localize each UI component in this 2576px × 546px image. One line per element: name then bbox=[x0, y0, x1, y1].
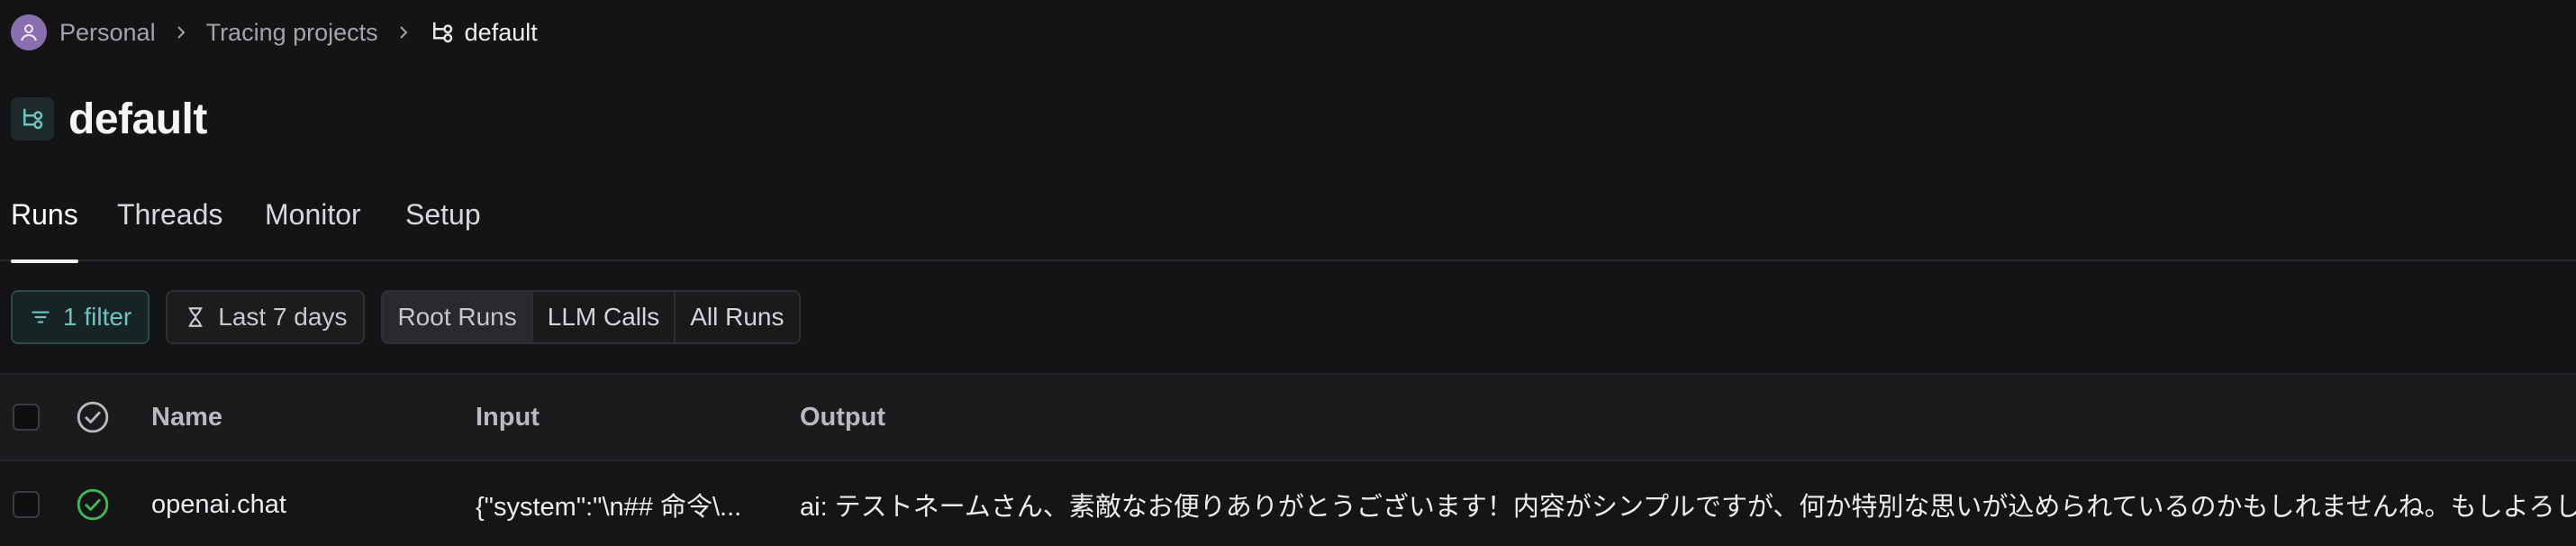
run-type-segmented-control: Root Runs LLM Calls All Runs bbox=[381, 290, 801, 344]
column-header-name[interactable]: Name bbox=[151, 375, 222, 460]
check-circle-icon bbox=[77, 488, 109, 521]
row-input: {"system":"\n## 命令\... bbox=[476, 493, 742, 522]
runs-table: Name Input Output openai.chat {"system":… bbox=[0, 373, 2576, 546]
time-range-label: Last 7 days bbox=[218, 303, 348, 331]
row-name[interactable]: openai.chat bbox=[151, 463, 286, 546]
person-icon bbox=[21, 24, 37, 41]
tab-setup[interactable]: Setup bbox=[405, 198, 481, 261]
segment-root-runs[interactable]: Root Runs bbox=[383, 292, 533, 342]
filter-button[interactable]: 1 filter bbox=[11, 290, 150, 344]
time-range-button[interactable]: Last 7 days bbox=[166, 290, 366, 344]
select-all-checkbox[interactable] bbox=[13, 404, 40, 431]
chevron-right-icon bbox=[174, 25, 188, 40]
filter-icon bbox=[29, 305, 52, 329]
breadcrumb-personal[interactable]: Personal bbox=[59, 19, 156, 47]
row-select-cell bbox=[13, 463, 40, 546]
status-header bbox=[76, 375, 110, 460]
chevron-right-icon bbox=[396, 25, 411, 40]
tab-runs[interactable]: Runs bbox=[11, 198, 78, 263]
tab-threads[interactable]: Threads bbox=[117, 198, 222, 261]
table-row[interactable]: openai.chat {"system":"\n## 命令\... ai: テ… bbox=[0, 463, 2576, 546]
hourglass-icon bbox=[184, 305, 207, 329]
breadcrumb-current: default bbox=[464, 18, 538, 46]
tab-monitor[interactable]: Monitor bbox=[265, 198, 361, 261]
row-status bbox=[76, 463, 110, 546]
row-output: ai: テストネームさん、素敵なお便りありがとうございます！内容がシンプルですが… bbox=[800, 493, 2576, 522]
column-header-output[interactable]: Output bbox=[800, 375, 885, 460]
row-checkbox[interactable] bbox=[13, 491, 40, 518]
project-icon bbox=[11, 97, 54, 141]
filter-label: 1 filter bbox=[63, 303, 132, 331]
breadcrumb-tracing-projects[interactable]: Tracing projects bbox=[206, 19, 378, 47]
select-all-cell bbox=[13, 375, 40, 460]
segment-llm-calls[interactable]: LLM Calls bbox=[533, 292, 676, 342]
page-title: default bbox=[68, 95, 207, 143]
page-header: default bbox=[11, 94, 207, 144]
project-icon bbox=[429, 19, 456, 46]
table-header: Name Input Output bbox=[0, 375, 2576, 461]
tab-bar: Runs Threads Monitor Setup bbox=[0, 180, 2576, 263]
segment-all-runs[interactable]: All Runs bbox=[676, 292, 798, 342]
breadcrumb: Personal Tracing projects default bbox=[11, 13, 538, 52]
avatar[interactable] bbox=[11, 14, 47, 50]
toolbar: 1 filter Last 7 days Root Runs LLM Calls… bbox=[11, 290, 801, 344]
check-circle-icon bbox=[77, 401, 109, 433]
column-header-input[interactable]: Input bbox=[476, 375, 540, 460]
